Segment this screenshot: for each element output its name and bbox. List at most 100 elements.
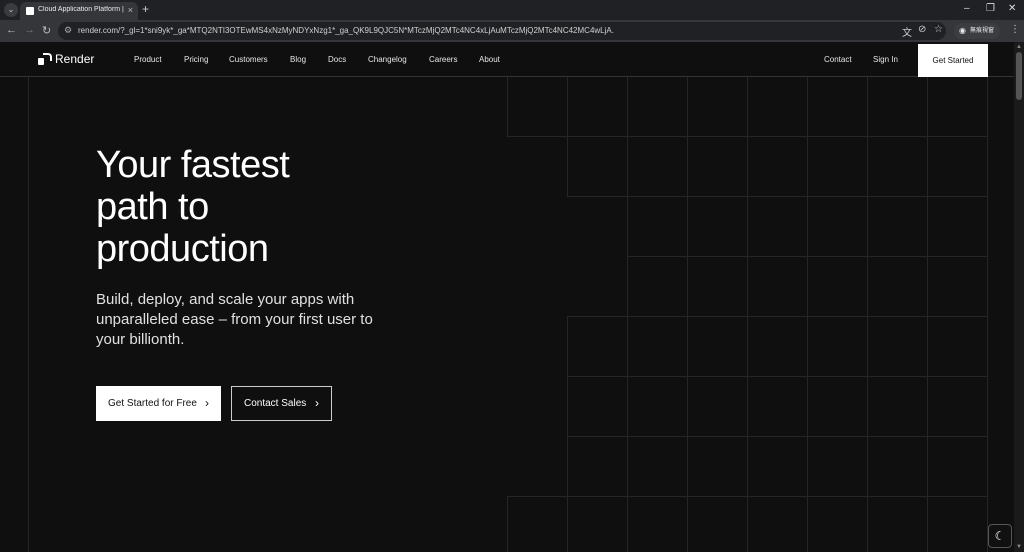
grid-line [507,136,987,137]
headline-line: production [96,228,269,270]
grid-line [567,316,987,317]
grid-line [507,77,508,136]
grid-line [627,256,628,316]
grid-line [927,316,928,376]
grid-line [807,496,808,552]
grid-line [567,376,987,377]
hero-headline: Your fastest path to production [96,144,456,270]
grid-line [927,496,928,552]
theme-toggle-button[interactable]: ☾ [988,524,1012,548]
grid-line [747,256,748,316]
headline-line: Your fastest [96,144,290,186]
scroll-thumb[interactable] [1016,52,1022,100]
hero-subtext: Build, deploy, and scale your apps with … [96,291,373,348]
grid-line [28,77,29,552]
grid-line [687,316,688,376]
grid-line [987,196,988,256]
site-navbar: Render Product Pricing Customers Blog Do… [0,42,1014,77]
grid-line [807,256,808,316]
scroll-down-icon[interactable]: ▼ [1016,544,1022,550]
grid-line [567,316,568,376]
tune-icon[interactable]: ⚙ [64,25,72,36]
grid-line [687,136,688,196]
grid-line [567,136,568,196]
grid-line [687,256,688,316]
get-started-button[interactable]: Get Started [918,44,988,77]
nav-link-changelog[interactable]: Changelog [368,55,407,64]
grid-line [747,376,748,436]
kebab-icon[interactable]: ⋮ [1010,24,1020,35]
grid-line [747,77,748,136]
grid-line [807,436,808,496]
nav-link-sign-in[interactable]: Sign In [873,55,898,64]
translate-icon[interactable]: 文 [902,24,912,39]
logo-text: Render [55,52,95,66]
close-window-icon[interactable]: ✕ [1008,3,1016,14]
grid-line [867,376,868,436]
grid-line [567,376,568,436]
eye-off-icon[interactable]: ⊘ [918,24,926,35]
nav-link-careers[interactable]: Careers [429,55,457,64]
url-text[interactable]: render.com/?_gl=1*sni9yk*_ga*MTQ2NTI3OTE… [78,26,878,35]
grid-line [867,316,868,376]
grid-line [627,136,628,196]
grid-line [747,496,748,552]
grid-line [747,196,748,256]
grid-line [867,496,868,552]
grid-line [747,136,748,196]
nav-link-product[interactable]: Product [134,55,162,64]
restore-icon[interactable]: ❐ [986,3,995,14]
grid-line [567,496,568,552]
grid-line [807,77,808,136]
moon-icon: ☾ [994,529,1006,543]
reload-icon[interactable]: ↻ [42,24,51,37]
browser-toolbar: ← → ↻ ⚙ render.com/?_gl=1*sni9yk*_ga*MTQ… [0,20,1024,42]
grid-line [987,256,988,316]
scroll-up-icon[interactable]: ▲ [1016,44,1022,50]
nav-link-contact[interactable]: Contact [824,55,852,64]
grid-line [627,436,628,496]
address-bar[interactable]: ⚙ render.com/?_gl=1*sni9yk*_ga*MTQ2NTI3O… [58,22,946,40]
render-logo-icon [38,53,52,65]
arrow-left-icon[interactable]: ← [6,24,17,36]
grid-line [927,376,928,436]
tab-search-button[interactable]: ⌄ [4,3,18,17]
contact-sales-button[interactable]: Contact Sales › [231,386,332,421]
grid-line [987,316,988,376]
grid-line [687,376,688,436]
get-started-free-button[interactable]: Get Started for Free › [96,386,221,421]
chevron-right-icon: › [205,396,209,410]
plus-icon[interactable]: + [142,2,149,16]
nav-link-blog[interactable]: Blog [290,55,306,64]
grid-line [987,77,988,136]
minimize-icon[interactable]: – [964,3,970,14]
chevron-right-icon: › [315,396,319,410]
grid-line [927,256,928,316]
nav-link-customers[interactable]: Customers [229,55,268,64]
grid-line [867,256,868,316]
browser-tab[interactable]: Cloud Application Platform | R × [20,2,138,20]
nav-link-about[interactable]: About [479,55,500,64]
grid-line [747,436,748,496]
arrow-right-icon[interactable]: → [24,24,35,36]
page-scrollbar[interactable]: ▲ ▼ [1014,42,1024,552]
button-label: Get Started for Free [108,398,197,409]
nav-link-docs[interactable]: Docs [328,55,346,64]
grid-line [747,316,748,376]
grid-line [807,196,808,256]
render-favicon-icon [26,7,34,15]
grid-line [567,77,568,136]
page-viewport: Render Product Pricing Customers Blog Do… [0,42,1014,552]
nav-link-pricing[interactable]: Pricing [184,55,208,64]
grid-line [927,196,928,256]
tab-title: Cloud Application Platform | R [38,6,126,13]
browser-tab-bar: ⌄ Cloud Application Platform | R × + – ❐… [0,0,1024,20]
grid-line [687,436,688,496]
star-icon[interactable]: ☆ [934,24,943,35]
incognito-profile-button[interactable]: ◉ 無痕視窗 [954,23,1000,39]
grid-line [867,436,868,496]
grid-line [867,196,868,256]
render-logo[interactable]: Render [38,52,94,66]
close-tab-icon[interactable]: × [128,5,133,15]
button-label: Contact Sales [244,398,307,409]
